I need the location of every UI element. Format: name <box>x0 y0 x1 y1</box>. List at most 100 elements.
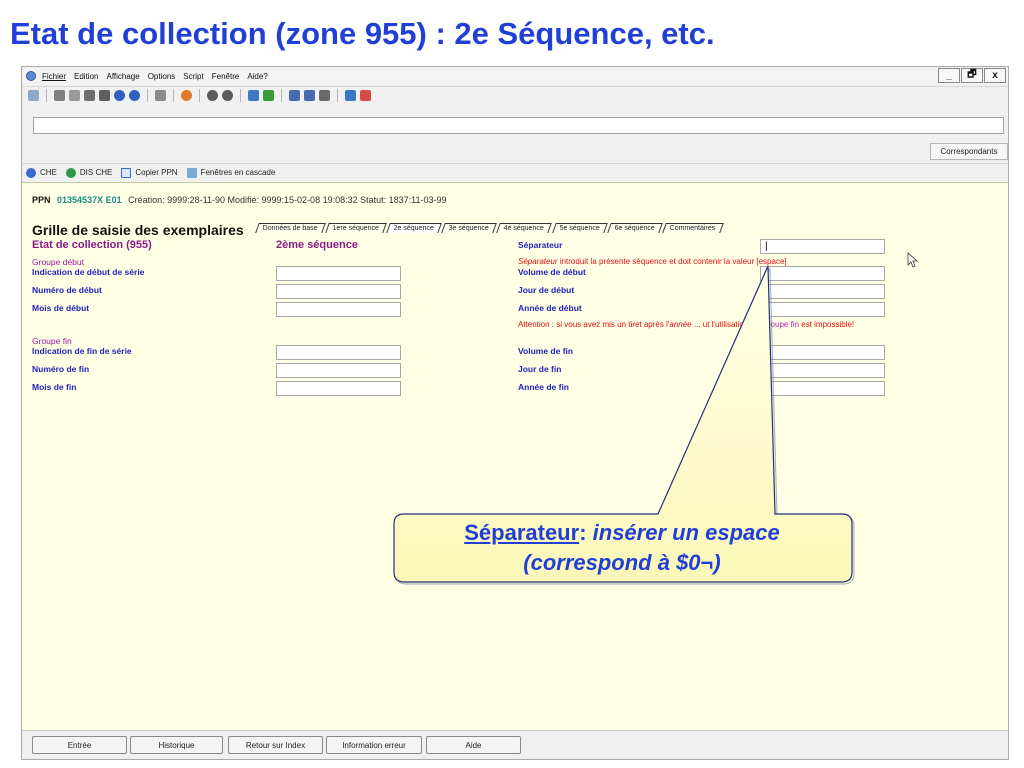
tab-6e-sequence[interactable]: 6e séquence <box>606 223 663 233</box>
back-icon[interactable] <box>207 90 218 101</box>
save-icon[interactable] <box>99 90 110 101</box>
globe-icon <box>65 167 76 178</box>
tab-label: 2e séquence <box>393 225 434 232</box>
volume-debut-label: Volume de début <box>518 267 586 277</box>
undo-icon[interactable] <box>114 90 125 101</box>
correspondants-button[interactable]: Correspondants <box>930 143 1008 160</box>
information-erreur-button[interactable]: Information erreur <box>326 736 422 754</box>
tab-3e-sequence[interactable]: 3e séquence <box>441 223 498 233</box>
tab-label: 4e séquence <box>504 225 545 232</box>
numero-debut-label: Numéro de début <box>32 285 102 295</box>
copy-icon[interactable] <box>69 90 80 101</box>
mouse-cursor-icon <box>907 252 919 268</box>
menu-edition[interactable]: Edition <box>74 72 98 81</box>
cut-icon[interactable] <box>54 90 65 101</box>
tab-copier-ppn[interactable]: Copier PPN <box>121 167 178 178</box>
tab-2e-sequence[interactable]: 2e séquence <box>386 223 443 233</box>
annee-fin-field[interactable] <box>760 381 885 396</box>
mois-fin-field[interactable] <box>276 381 401 396</box>
doc-icon[interactable] <box>155 90 166 101</box>
retour-index-button[interactable]: Retour sur Index <box>228 736 323 754</box>
forward-icon[interactable] <box>222 90 233 101</box>
tab-label: Données de base <box>262 225 318 232</box>
toolbar-separator <box>337 89 338 102</box>
attention-text-d: est impossible! <box>799 320 855 329</box>
numero-debut-field[interactable] <box>276 284 401 299</box>
mois-debut-label: Mois de début <box>32 303 90 313</box>
star-icon[interactable] <box>181 90 192 101</box>
arrow-icon[interactable] <box>360 90 371 101</box>
menu-options[interactable]: Options <box>148 72 176 81</box>
indication-fin-field[interactable] <box>276 345 401 360</box>
mois-debut-field[interactable] <box>276 302 401 317</box>
callout-italic: insérer un espace <box>592 520 780 545</box>
menubar: Fichier Edition Affichage Options Script… <box>22 67 1008 85</box>
tab-label: 6e séquence <box>614 225 655 232</box>
numero-fin-field[interactable] <box>276 363 401 378</box>
toolbar-separator <box>199 89 200 102</box>
callout-text: Séparateur: insérer un espace (correspon… <box>392 518 852 578</box>
callout-line2: (correspond à $0¬) <box>523 550 721 575</box>
close-button[interactable]: x <box>984 68 1006 83</box>
jour-debut-label: Jour de début <box>518 285 575 295</box>
page-icon[interactable] <box>319 90 330 101</box>
bottom-button-bar: Entrée Historique Retour sur Index Infor… <box>22 730 1008 759</box>
ppn-label: PPN <box>32 195 51 205</box>
groupe-debut-label: Groupe début <box>32 257 84 267</box>
callout-underline: Séparateur <box>464 520 580 545</box>
tab-4e-sequence[interactable]: 4e séquence <box>496 223 553 233</box>
menu-affichage[interactable]: Affichage <box>106 72 139 81</box>
separator-note-italic: Séparateur <box>518 257 558 266</box>
toolbar-separator <box>240 89 241 102</box>
annee-debut-field[interactable] <box>760 302 885 317</box>
section-title: Etat de collection (955) <box>32 239 152 251</box>
attention-note: Attention : si vous avez mis un tiret ap… <box>518 320 854 329</box>
redo-icon[interactable] <box>129 90 140 101</box>
volume-fin-label: Volume de fin <box>518 346 574 356</box>
entree-button[interactable]: Entrée <box>32 736 127 754</box>
code-icon[interactable] <box>289 90 300 101</box>
aide-button[interactable]: Aide <box>426 736 521 754</box>
menu-fenetre[interactable]: Fenêtre <box>212 72 240 81</box>
tab-fenetres-cascade[interactable]: Fenêtres en cascade <box>186 167 276 178</box>
toolbar <box>22 86 1008 104</box>
paste-icon[interactable] <box>84 90 95 101</box>
tab-fenetres-cascade-label: Fenêtres en cascade <box>200 168 276 177</box>
command-input[interactable] <box>33 117 1004 134</box>
historique-button[interactable]: Historique <box>130 736 223 754</box>
tab-5e-sequence[interactable]: 5e séquence <box>551 223 608 233</box>
jour-debut-field[interactable] <box>760 284 885 299</box>
volume-debut-field[interactable] <box>760 266 885 281</box>
attention-text-c: ut l'utilisation du <box>702 320 762 329</box>
sequence-title: 2ème séquence <box>276 239 358 251</box>
upload-icon[interactable] <box>345 90 356 101</box>
volume-fin-field[interactable] <box>760 345 885 360</box>
attention-groupe-fin: Groupe fin <box>761 320 800 329</box>
tab-label: 5e séquence <box>559 225 600 232</box>
jour-fin-field[interactable] <box>760 363 885 378</box>
print-icon[interactable] <box>28 90 39 101</box>
minimize-button[interactable]: _ <box>938 68 960 83</box>
tab-dis-che[interactable]: DIS CHE <box>65 167 112 178</box>
indication-debut-label: Indication de début de série <box>32 267 145 277</box>
restore-button[interactable]: 🗗 <box>961 68 983 83</box>
menu-fichier[interactable]: Fichier <box>42 72 66 81</box>
triangle-icon[interactable] <box>263 90 274 101</box>
separator-field[interactable]: | <box>760 239 885 254</box>
menu-aide[interactable]: Aide? <box>247 72 267 81</box>
toolbar-separator <box>147 89 148 102</box>
app-window: Fichier Edition Affichage Options Script… <box>21 66 1009 760</box>
tab-che[interactable]: CHE <box>26 167 57 178</box>
ppn-id: 01354537X E01 <box>57 195 122 205</box>
indication-debut-field[interactable] <box>276 266 401 281</box>
list-icon[interactable] <box>304 90 315 101</box>
mois-fin-label: Mois de fin <box>32 382 77 392</box>
tab-1ere-sequence[interactable]: 1ere séquence <box>325 223 388 233</box>
annee-fin-label: Année de fin <box>518 382 570 392</box>
separator-note-text: introduit la présente séquence et doit c… <box>557 257 787 266</box>
menu-script[interactable]: Script <box>183 72 203 81</box>
attention-text-a: Attention : si vous avez mis un tiret ap… <box>518 320 670 329</box>
filter-icon[interactable] <box>248 90 259 101</box>
tab-donnees-base[interactable]: Données de base <box>255 223 326 233</box>
tab-commentaires[interactable]: Commentaires <box>661 223 724 233</box>
